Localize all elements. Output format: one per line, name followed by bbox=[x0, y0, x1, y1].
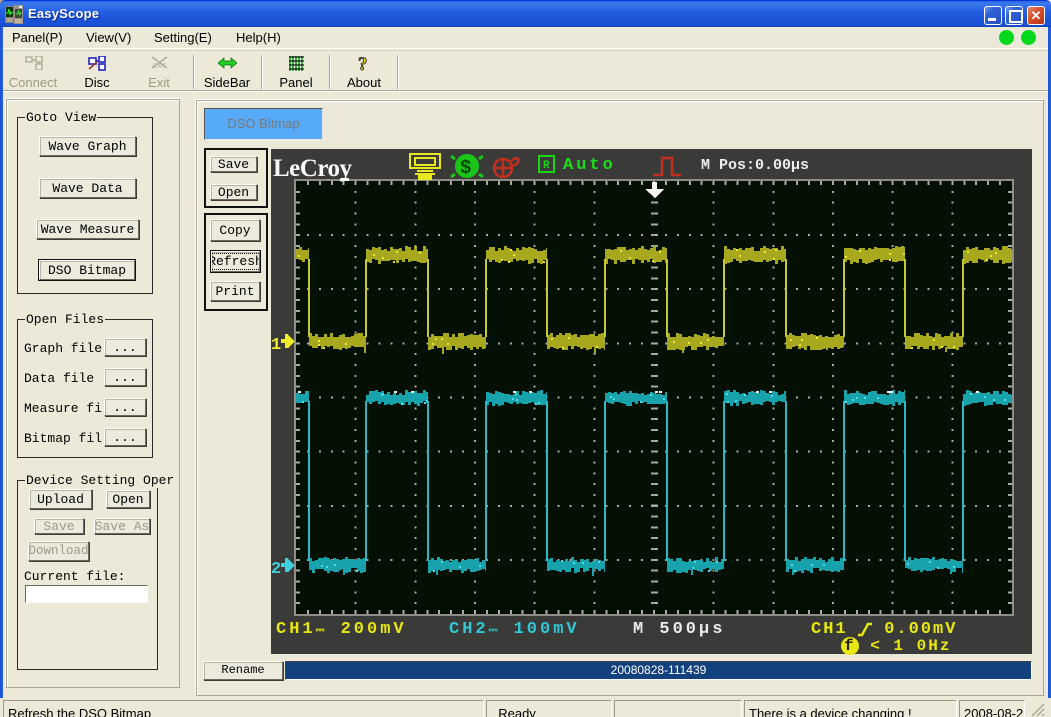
svg-text:EXIT: EXIT bbox=[153, 64, 167, 70]
svg-text:1: 1 bbox=[271, 336, 281, 355]
svg-text:R: R bbox=[543, 160, 550, 172]
svg-text:?: ? bbox=[358, 54, 368, 73]
svg-text:$: $ bbox=[460, 157, 471, 179]
svg-text:2: 2 bbox=[271, 560, 281, 579]
